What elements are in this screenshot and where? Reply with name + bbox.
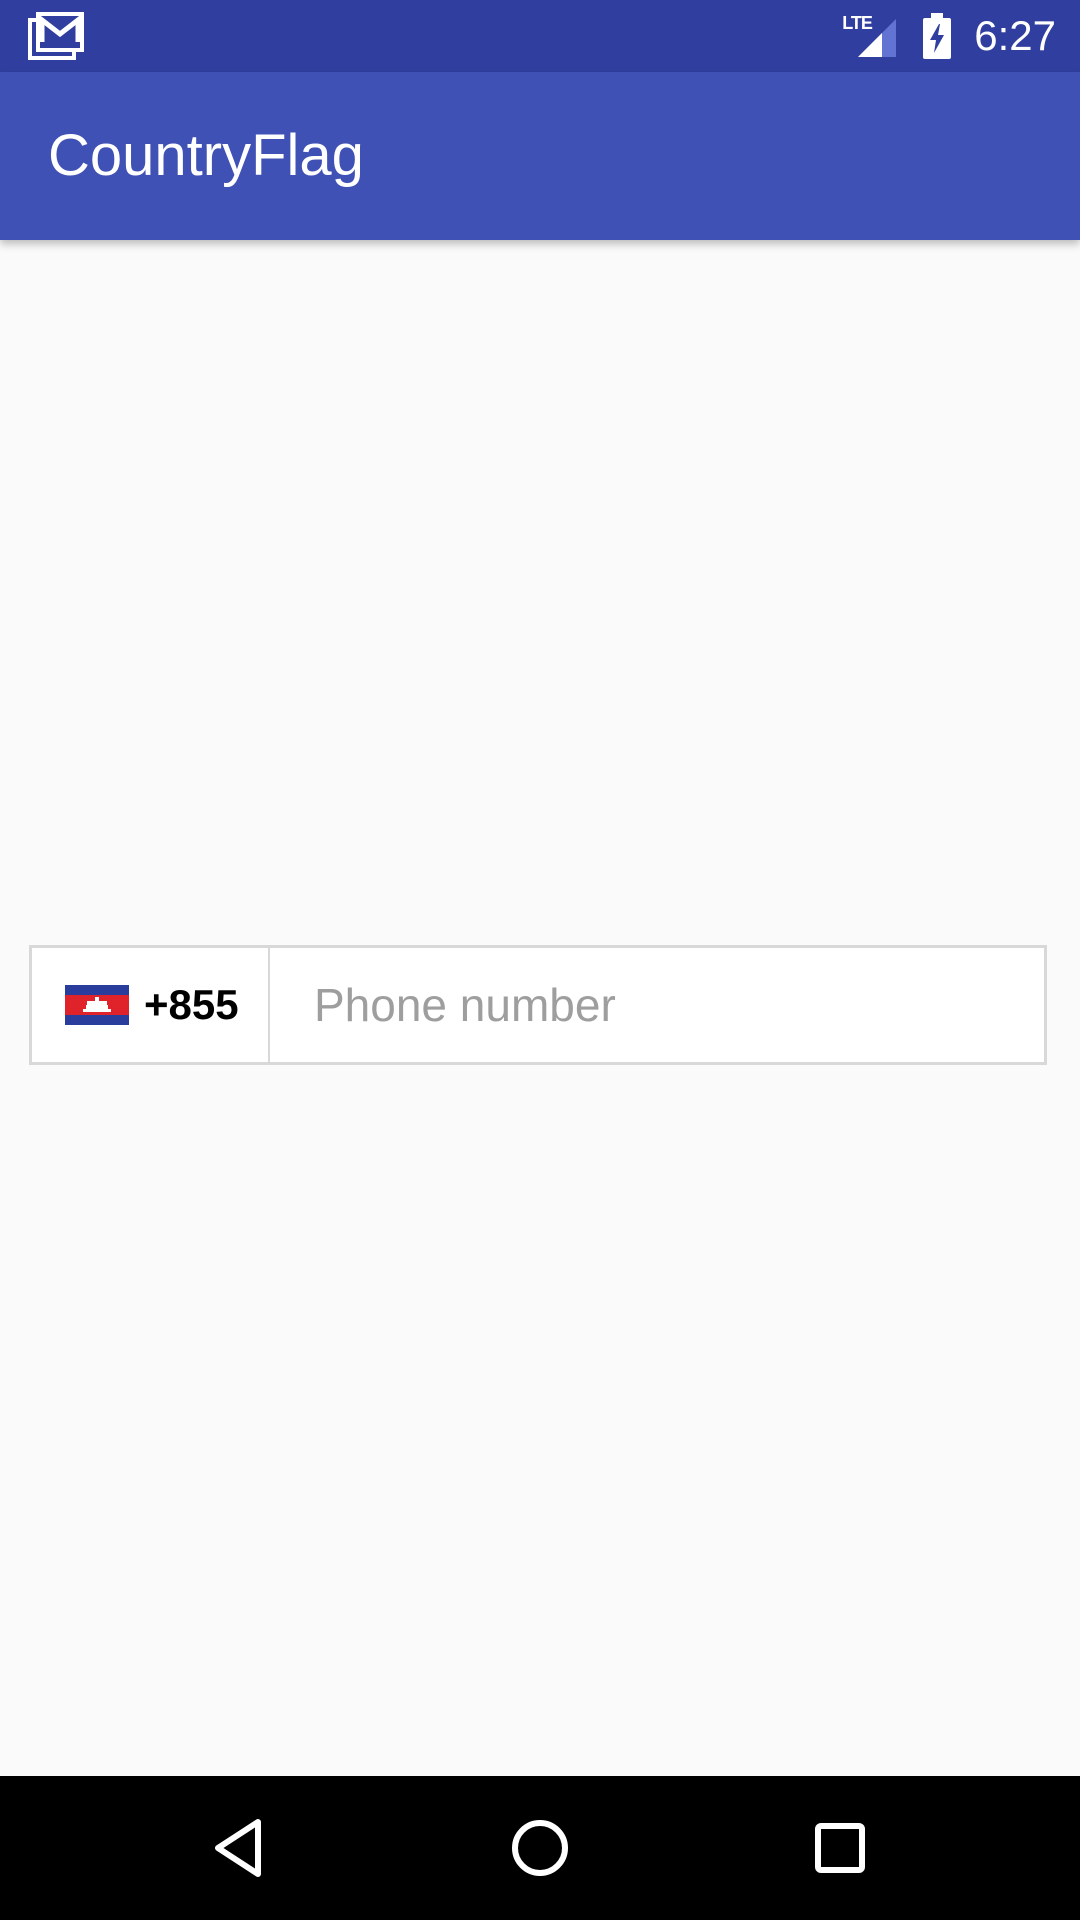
recents-button[interactable] — [790, 1798, 890, 1898]
recents-square-icon — [815, 1823, 865, 1873]
country-code-picker[interactable]: +855 — [32, 948, 270, 1062]
home-button[interactable] — [490, 1798, 590, 1898]
back-triangle-icon — [215, 1819, 261, 1877]
phone-number-input[interactable] — [270, 948, 1044, 1062]
home-circle-icon — [512, 1820, 568, 1876]
navigation-bar — [0, 1776, 1080, 1920]
dial-code-label: +855 — [144, 981, 239, 1028]
status-bar: LTE 6:27 — [0, 0, 1080, 72]
phone-number-field: +855 — [29, 945, 1047, 1065]
battery-charging-icon — [922, 13, 952, 59]
gmail-icon — [28, 12, 84, 60]
cambodia-flag-icon — [65, 985, 129, 1025]
app-bar: CountryFlag — [0, 72, 1080, 240]
signal-icon: LTE — [842, 11, 900, 61]
app-title: CountryFlag — [48, 123, 364, 188]
back-button[interactable] — [190, 1798, 290, 1898]
status-time: 6:27 — [974, 12, 1056, 59]
